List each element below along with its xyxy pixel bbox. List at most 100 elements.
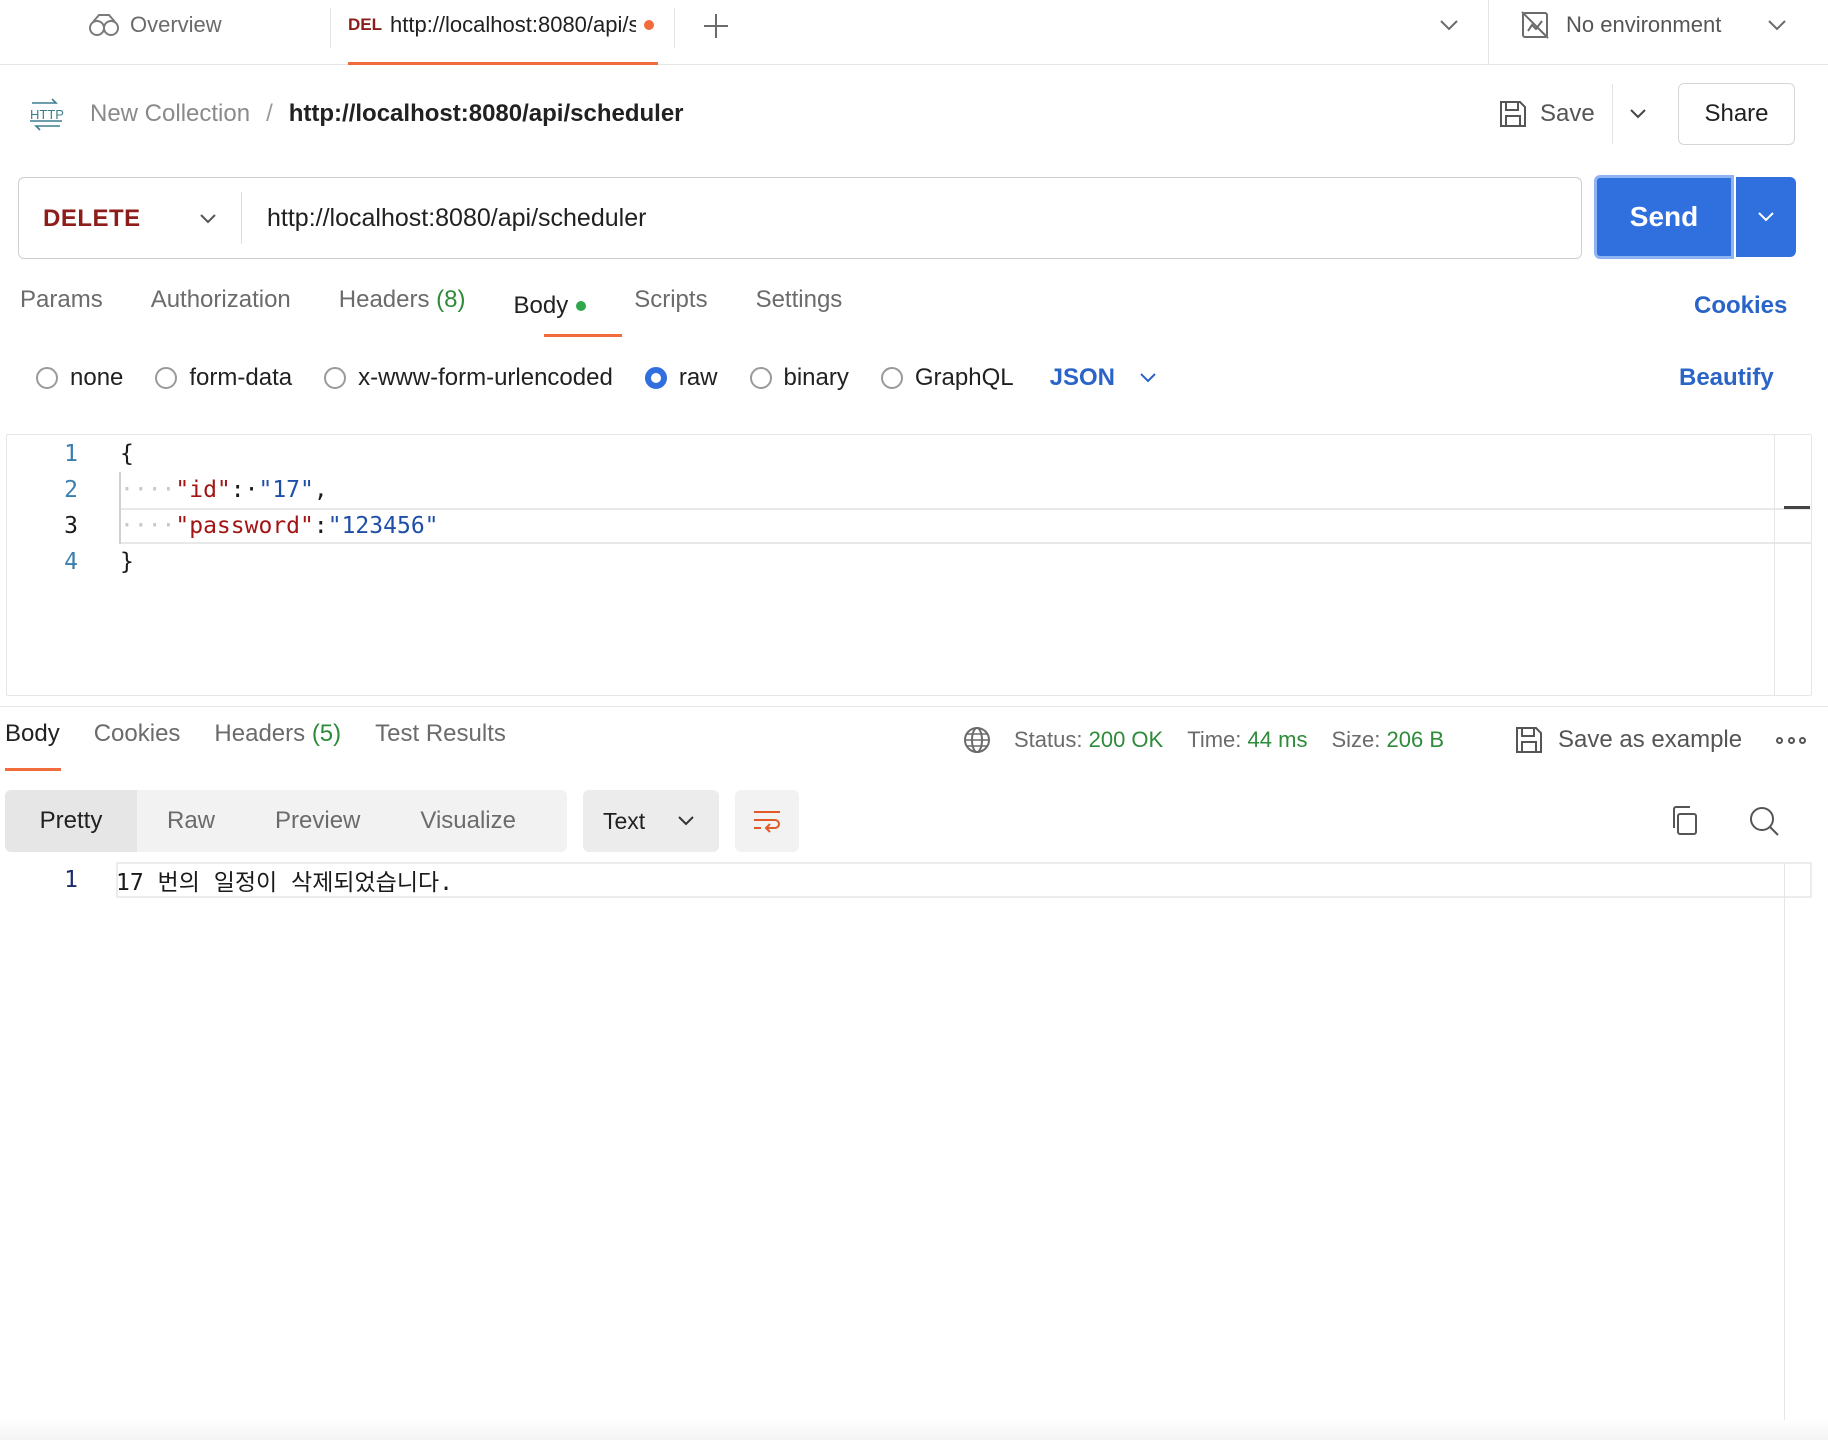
new-tab-plus-icon[interactable] — [700, 10, 732, 42]
size-label: Size: — [1331, 727, 1381, 752]
save-as-example-button[interactable]: Save as example — [1514, 720, 1742, 760]
radio-graphql-label: GraphQL — [914, 364, 1014, 391]
raw-format-selector[interactable]: JSON — [1050, 364, 1159, 392]
breadcrumb-request-name[interactable]: http://localhost:8080/api/scheduler — [289, 100, 684, 128]
tab-divider — [674, 8, 675, 48]
http-request-icon: HTTP — [28, 97, 64, 131]
breadcrumb: HTTP New Collection / http://localhost:8… — [28, 94, 684, 134]
tab-divider — [330, 8, 331, 48]
radio-circle — [880, 367, 903, 389]
radio-raw[interactable]: raw — [644, 364, 718, 392]
tab-overview[interactable]: Overview — [88, 0, 222, 50]
tab-authorization[interactable]: Authorization — [151, 286, 291, 326]
environment-label: No environment — [1566, 12, 1722, 37]
radio-none[interactable]: none — [36, 364, 123, 392]
radio-binary[interactable]: binary — [749, 364, 849, 392]
response-divider[interactable] — [0, 706, 1828, 707]
active-request-tab-indicator — [544, 334, 622, 337]
cookies-link[interactable]: Cookies — [1694, 286, 1787, 326]
no-environment-icon — [1520, 10, 1550, 40]
copy-icon[interactable] — [1668, 804, 1700, 838]
radio-graphql[interactable]: GraphQL — [880, 364, 1014, 392]
breadcrumb-collection[interactable]: New Collection — [90, 100, 250, 128]
view-raw[interactable]: Raw — [137, 790, 245, 852]
line-number: 4 — [64, 549, 78, 575]
response-size[interactable]: Size: 206 B — [1331, 727, 1444, 753]
save-as-example-label: Save as example — [1558, 726, 1743, 753]
chevron-down-icon — [1765, 15, 1789, 35]
radio-urlencoded-label: x-www-form-urlencoded — [358, 364, 613, 391]
view-preview[interactable]: Preview — [245, 790, 390, 852]
body-type-selector: none form-data x-www-form-urlencoded raw… — [36, 358, 1159, 398]
environment-divider — [1488, 0, 1489, 64]
send-button[interactable]: Send — [1594, 175, 1734, 259]
radio-circle — [324, 367, 347, 389]
view-pretty[interactable]: Pretty — [5, 790, 137, 852]
response-meta: Status: 200 OK Time: 44 ms Size: 206 B — [962, 720, 1444, 760]
tab-headers[interactable]: Headers (8) — [339, 286, 466, 326]
response-format-label: Text — [603, 807, 646, 834]
line-number: 1 — [64, 441, 78, 467]
tab-request-active[interactable]: DEL http://localhost:8080/api/scheduler — [348, 0, 658, 50]
response-tab-headers[interactable]: Headers (5) — [214, 720, 341, 760]
send-options-chevron-down-icon[interactable] — [1736, 177, 1796, 257]
tab-params[interactable]: Params — [20, 286, 103, 326]
size-value: 206 B — [1386, 727, 1445, 752]
response-status[interactable]: Status: 200 OK — [1014, 727, 1163, 753]
breadcrumb-separator: / — [266, 100, 273, 127]
view-visualize[interactable]: Visualize — [390, 790, 546, 852]
tab-scripts[interactable]: Scripts — [634, 286, 707, 326]
active-tab-indicator — [348, 62, 658, 65]
request-body-editor[interactable] — [6, 434, 1812, 696]
tab-headers-label: Headers — [338, 286, 430, 313]
save-button[interactable]: Save — [1498, 94, 1595, 134]
code-text: 17 번의 일정이 삭제되었습니다. — [116, 870, 454, 896]
radio-circle — [749, 367, 772, 389]
bottom-edge — [0, 1420, 1828, 1440]
response-headers-count: (5) — [311, 720, 342, 747]
tab-settings[interactable]: Settings — [756, 286, 843, 326]
editor-scrollbar[interactable] — [1774, 434, 1775, 696]
radio-raw-label: raw — [678, 364, 718, 391]
globe-icon[interactable] — [962, 725, 992, 755]
unsaved-dot-icon — [644, 20, 654, 30]
wrap-lines-icon — [751, 807, 783, 835]
response-tab-body[interactable]: Body — [5, 720, 60, 760]
more-options-icon[interactable] — [1776, 730, 1806, 750]
radio-binary-label: binary — [783, 364, 849, 391]
environment-selector[interactable]: No environment — [1520, 0, 1789, 50]
method-label: DELETE — [43, 205, 141, 232]
code-text: ····"password":"123456" — [120, 513, 439, 539]
radio-circle — [36, 367, 58, 389]
editor-scrollbar-marker — [1784, 506, 1810, 509]
radio-form-data-label: form-data — [189, 364, 293, 391]
radio-form-data[interactable]: form-data — [155, 364, 292, 392]
save-options-chevron-down-icon[interactable] — [1620, 94, 1656, 134]
time-value: 44 ms — [1247, 727, 1308, 752]
headers-count: (8) — [436, 286, 466, 313]
response-tab-cookies[interactable]: Cookies — [94, 720, 181, 760]
chevron-down-icon — [197, 210, 219, 228]
search-icon[interactable] — [1748, 804, 1780, 838]
active-response-tab-indicator — [5, 768, 61, 771]
save-divider — [1612, 84, 1613, 144]
share-button[interactable]: Share — [1678, 83, 1795, 145]
response-format-selector[interactable]: Text — [583, 790, 719, 852]
radio-circle — [155, 367, 178, 389]
response-time[interactable]: Time: 44 ms — [1187, 727, 1307, 753]
wrap-lines-button[interactable] — [735, 790, 799, 852]
radio-urlencoded[interactable]: x-www-form-urlencoded — [324, 364, 613, 392]
response-tab-test-results[interactable]: Test Results — [375, 720, 506, 760]
method-selector[interactable]: DELETE — [43, 178, 243, 260]
code-text: { — [120, 441, 134, 467]
tab-request-label: http://localhost:8080/api/scheduler — [390, 12, 636, 37]
response-scrollbar[interactable] — [1784, 862, 1785, 1422]
url-input[interactable]: http://localhost:8080/api/scheduler — [267, 178, 646, 258]
line-number: 1 — [64, 867, 78, 893]
tab-body[interactable]: Body — [514, 286, 587, 326]
tab-body-label: Body — [513, 292, 569, 319]
tabs-overflow-chevron-down-icon[interactable] — [1436, 14, 1462, 36]
beautify-button[interactable]: Beautify — [1679, 358, 1774, 398]
response-tabs: Body Cookies Headers (5) Test Results — [5, 720, 506, 760]
raw-format-label: JSON — [1049, 364, 1115, 391]
